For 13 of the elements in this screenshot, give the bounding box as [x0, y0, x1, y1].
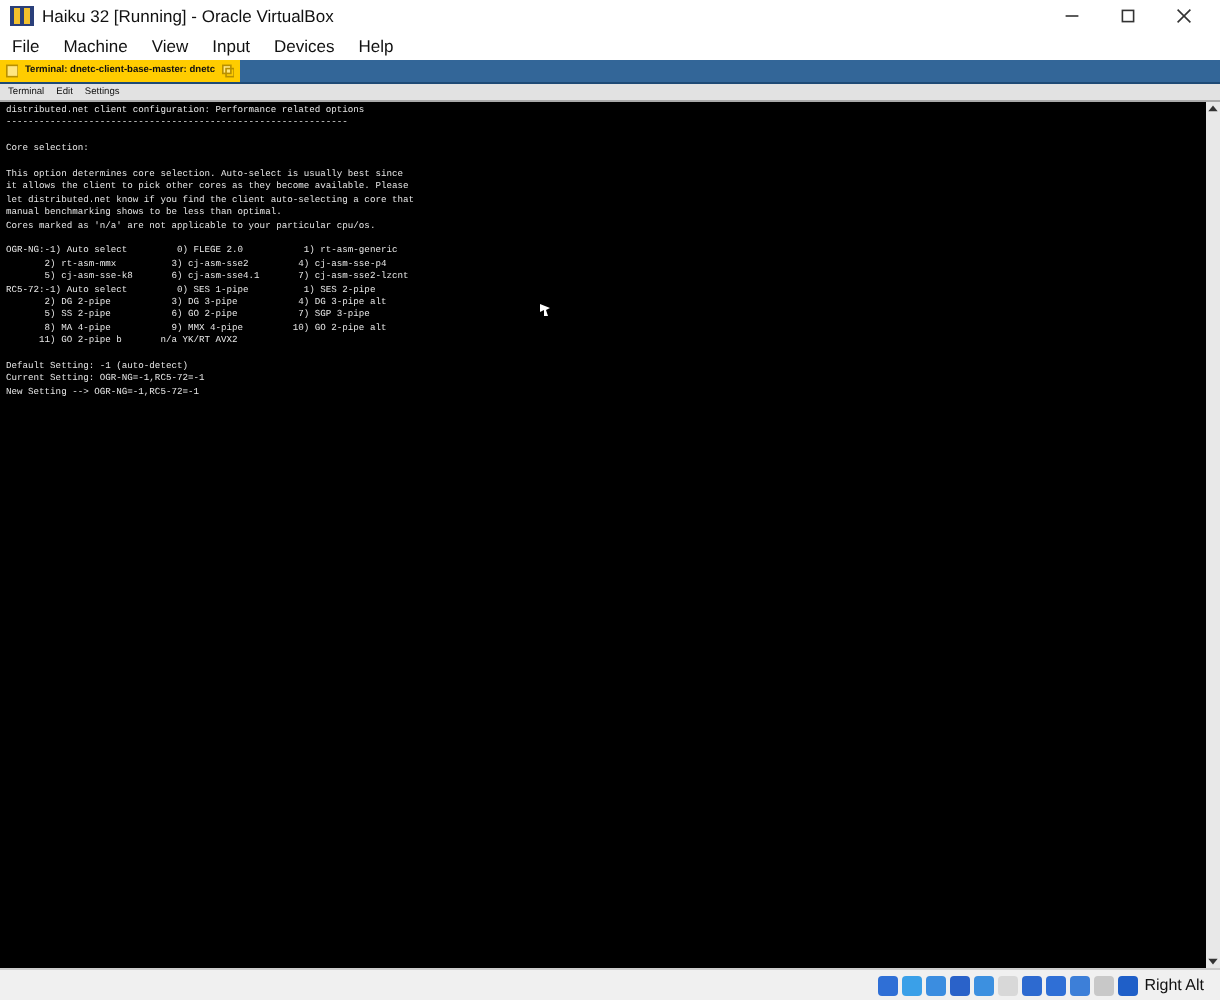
menu-item[interactable]: Machine [63, 36, 128, 56]
maximize-icon[interactable] [1120, 8, 1136, 24]
scrollbar[interactable] [1206, 102, 1220, 968]
menu-item[interactable]: View [151, 36, 189, 56]
mouse-pointer-icon [538, 302, 554, 318]
menu-item[interactable]: Help [358, 36, 394, 56]
host-key-label: Right Alt [1144, 976, 1204, 994]
app-logo-icon [10, 4, 34, 28]
window-title: Haiku 32 [Running] - Oracle VirtualBox [42, 6, 334, 26]
menu-item[interactable]: File [12, 36, 40, 56]
menu-item[interactable]: Devices [274, 36, 335, 56]
close-icon[interactable] [1176, 8, 1192, 24]
menu-item[interactable]: Input [212, 36, 251, 56]
